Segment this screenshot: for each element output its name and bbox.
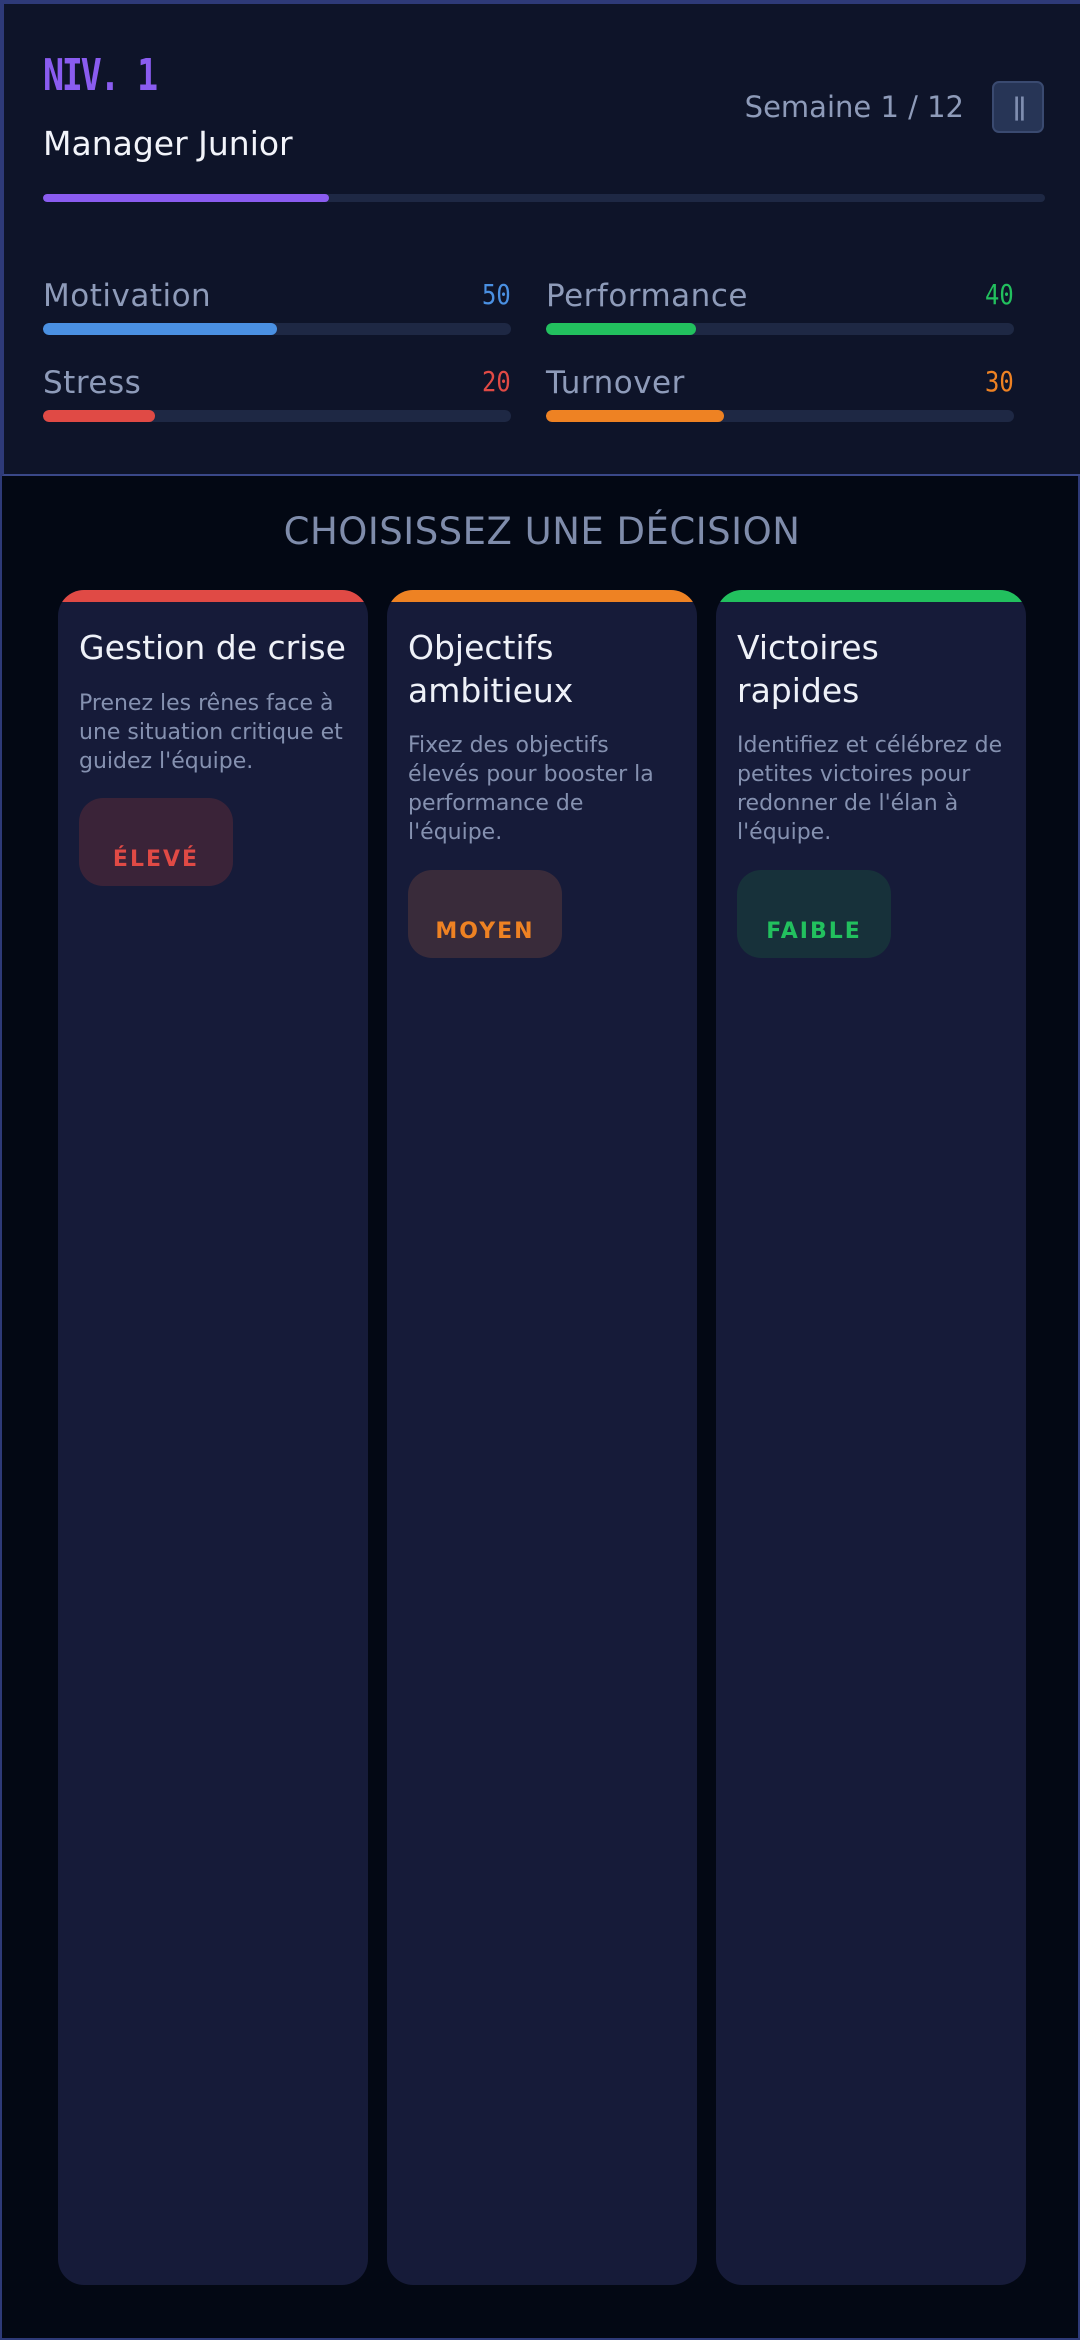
decision-card-quick-wins[interactable]: Victoires rapides Identifiez et célébrez… bbox=[716, 590, 1026, 2285]
stat-value: 20 bbox=[482, 365, 511, 398]
risk-badge: FAIBLE bbox=[737, 870, 891, 958]
risk-badge: ÉLEVÉ bbox=[79, 798, 233, 886]
stat-bar bbox=[546, 323, 1014, 335]
week-counter: Semaine 1 / 12 bbox=[744, 90, 964, 124]
stat-bar-fill bbox=[43, 410, 156, 422]
decision-card-objectives[interactable]: Objectifs ambitieux Fixez des objectifs … bbox=[387, 590, 697, 2285]
card-accent-bar bbox=[58, 590, 368, 602]
stat-label: Motivation bbox=[43, 278, 212, 314]
card-title: Objectifs ambitieux bbox=[408, 628, 574, 710]
game-screen: NIV. 1 Manager Junior Semaine 1 / 12 || … bbox=[0, 0, 1080, 2340]
xp-progress-fill bbox=[43, 194, 329, 202]
player-role: Manager Junior bbox=[43, 124, 293, 163]
status-hud: NIV. 1 Manager Junior Semaine 1 / 12 || … bbox=[2, 2, 1080, 476]
stat-value: 40 bbox=[985, 278, 1014, 311]
stat-bar-fill bbox=[43, 323, 277, 335]
pause-button[interactable]: || bbox=[992, 81, 1044, 133]
stat-bar bbox=[43, 323, 511, 335]
decision-card-crisis[interactable]: Gestion de crise Prenez les rênes face à… bbox=[58, 590, 368, 2285]
decision-heading: CHOISISSEZ UNE DÉCISION bbox=[283, 510, 801, 553]
stat-label: Performance bbox=[546, 278, 748, 314]
level-indicator: NIV. 1 bbox=[43, 50, 158, 101]
stat-value: 50 bbox=[482, 278, 511, 311]
card-accent-bar bbox=[387, 590, 697, 602]
card-description: Fixez des objectifs élevés pour booster … bbox=[408, 733, 654, 845]
stat-bar bbox=[546, 410, 1014, 422]
stat-value: 30 bbox=[985, 365, 1014, 398]
xp-progress-bar bbox=[43, 194, 1045, 202]
pause-icon: || bbox=[1012, 93, 1026, 121]
stat-label: Turnover bbox=[546, 365, 685, 401]
risk-badge: MOYEN bbox=[408, 870, 562, 958]
stat-bar-fill bbox=[546, 323, 696, 335]
stat-bar bbox=[43, 410, 511, 422]
card-title: Victoires rapides bbox=[737, 628, 879, 710]
card-title: Gestion de crise bbox=[79, 628, 346, 667]
stat-bar-fill bbox=[546, 410, 724, 422]
card-description: Identifiez et célébrez de petites victoi… bbox=[737, 733, 1003, 845]
stat-label: Stress bbox=[43, 365, 142, 401]
card-description: Prenez les rênes face à une situation cr… bbox=[79, 691, 343, 774]
card-accent-bar bbox=[716, 590, 1026, 602]
